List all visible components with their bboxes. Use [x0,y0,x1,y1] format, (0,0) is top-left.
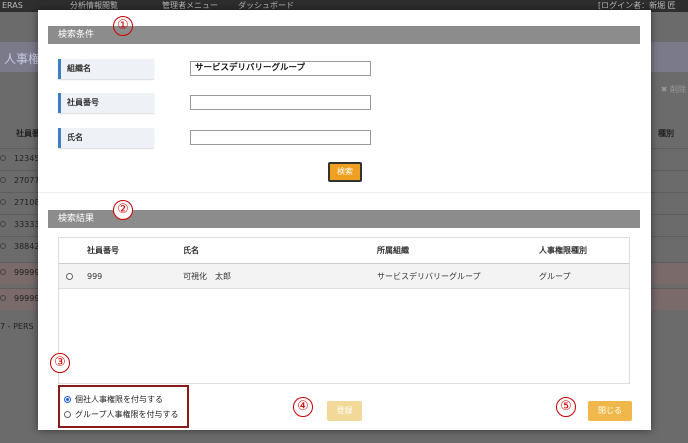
results-header: 社員番号 氏名 所属組織 人事権限種別 [59,238,629,264]
radio-company[interactable] [64,396,71,403]
marker-3: ③ [50,353,70,373]
nav-brand: ERAS [2,1,23,10]
column-permission-type: 人事権限種別 [539,246,587,255]
marker-2: ② [113,200,133,220]
bg-column-type: 種別 [658,129,674,138]
column-employee-no: 社員番号 [87,246,119,255]
column-org: 所属組織 [377,246,409,255]
table-row[interactable]: 999 可視化 太郎 サービスデリバリーグループ グループ [59,264,629,289]
org-label: 組織名 [58,59,154,79]
column-name: 氏名 [183,246,199,255]
search-section-title: 検索条件 [48,26,640,44]
search-button[interactable]: 検索 [328,162,362,182]
permission-option-company-label: 個社人事権限を付与する [75,395,163,404]
bg-delete-label: 削除 [670,85,686,94]
results-table: 社員番号 氏名 所属組織 人事権限種別 999 可視化 太郎 サービスデリバリー… [58,237,630,384]
row-select-radio[interactable] [66,273,73,280]
name-input[interactable] [190,130,371,145]
name-label: 氏名 [58,128,154,148]
row-employee-no: 999 [87,272,103,281]
row-permission-type: グループ [539,272,571,281]
marker-1: ① [113,16,133,36]
register-button[interactable]: 登録 [327,401,362,421]
bg-footer: 7 - PERS [0,322,34,331]
bg-page-title: 人事権 [4,52,41,66]
radio-group[interactable] [64,411,71,418]
bg-delete-button[interactable]: ✖ 削除 [661,84,686,95]
employee-no-input[interactable] [190,95,371,110]
close-button[interactable]: 閉じる [588,401,632,421]
bg-column-employee-no: 社員番 [16,129,40,138]
marker-4: ④ [293,397,313,417]
row-name: 可視化 太郎 [183,272,231,281]
employee-no-label: 社員番号 [58,93,154,113]
section-divider [38,192,651,193]
row-org: サービスデリバリーグループ [377,272,481,281]
results-section-title: 検索結果 [48,210,640,228]
permission-option-group-label: グループ人事権限を付与する [75,410,179,419]
marker-5: ⑤ [556,397,576,417]
search-modal: 検索条件 ① 組織名 サービスデリバリーグループ 社員番号 氏名 検索 検索結果… [38,10,651,430]
delete-icon: ✖ [660,85,670,94]
org-input[interactable]: サービスデリバリーグループ [190,61,371,76]
permission-options: 個社人事権限を付与する グループ人事権限を付与する [58,385,189,428]
